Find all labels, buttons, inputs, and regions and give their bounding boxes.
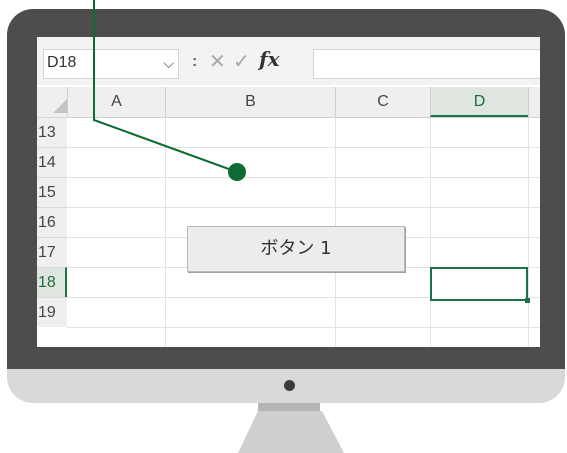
callout-dot — [228, 163, 246, 181]
callout-pointer — [93, 0, 246, 181]
callout-line — [93, 0, 238, 173]
